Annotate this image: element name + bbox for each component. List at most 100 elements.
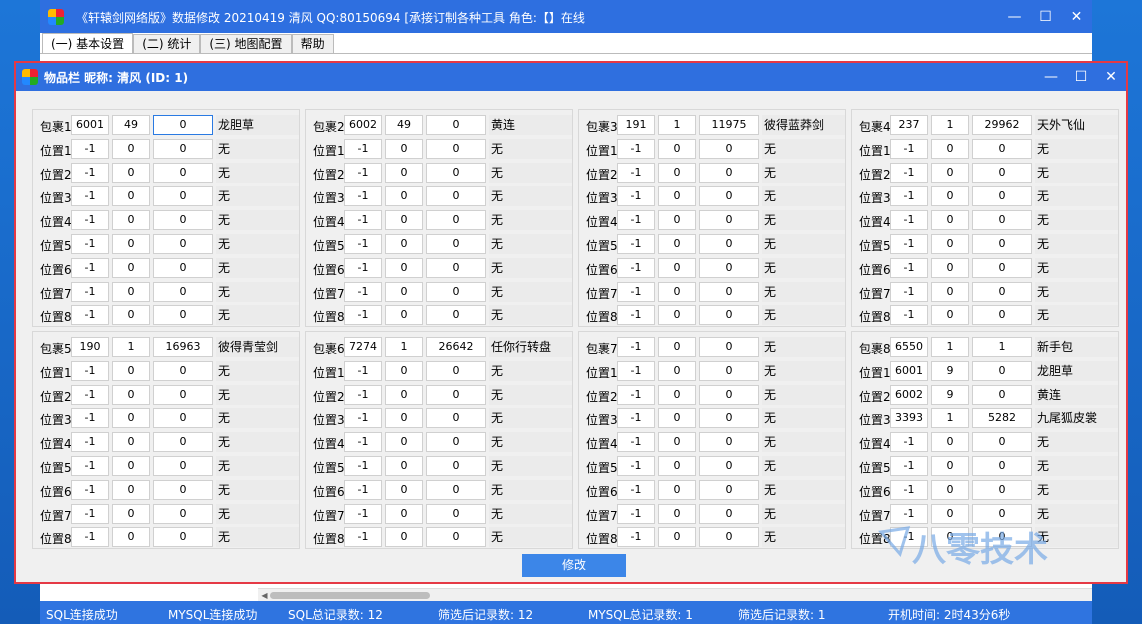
item-id-field[interactable]: -1 (71, 162, 109, 183)
item-extra-field[interactable]: 0 (972, 210, 1032, 231)
tab-map-config[interactable]: (三) 地图配置 (200, 34, 292, 53)
item-extra-field[interactable]: 0 (426, 305, 486, 326)
item-count-field[interactable]: 0 (658, 432, 696, 453)
item-count-field[interactable]: 0 (112, 138, 150, 159)
item-id-field[interactable]: -1 (71, 456, 109, 476)
item-count-field[interactable]: 0 (931, 210, 969, 231)
close-icon[interactable]: ✕ (1061, 0, 1092, 33)
item-extra-field[interactable]: 0 (972, 162, 1032, 183)
item-count-field[interactable]: 0 (112, 234, 150, 254)
item-extra-field[interactable]: 0 (153, 138, 213, 159)
item-count-field[interactable]: 0 (112, 384, 150, 405)
item-extra-field[interactable]: 0 (699, 162, 759, 183)
item-count-field[interactable]: 1 (931, 337, 969, 357)
item-count-field[interactable]: 0 (385, 186, 423, 207)
item-extra-field[interactable]: 0 (699, 305, 759, 326)
item-id-field[interactable]: -1 (71, 138, 109, 159)
item-count-field[interactable]: 0 (112, 503, 150, 524)
item-extra-field[interactable]: 0 (972, 479, 1032, 500)
item-extra-field[interactable]: 0 (699, 138, 759, 159)
item-count-field[interactable]: 0 (658, 162, 696, 183)
item-count-field[interactable]: 0 (658, 305, 696, 326)
item-extra-field[interactable]: 0 (426, 257, 486, 278)
item-extra-field[interactable]: 0 (699, 186, 759, 207)
item-id-field[interactable]: -1 (617, 257, 655, 278)
item-id-field[interactable]: -1 (344, 503, 382, 524)
item-count-field[interactable]: 0 (658, 186, 696, 207)
item-id-field[interactable]: -1 (344, 234, 382, 254)
item-id-field[interactable]: -1 (617, 503, 655, 524)
item-extra-field[interactable]: 0 (426, 186, 486, 207)
item-id-field[interactable]: -1 (617, 337, 655, 357)
item-count-field[interactable]: 0 (931, 456, 969, 476)
item-extra-field[interactable]: 0 (426, 234, 486, 254)
item-count-field[interactable]: 0 (931, 257, 969, 278)
item-id-field[interactable]: -1 (344, 479, 382, 500)
item-extra-field[interactable]: 26642 (426, 337, 486, 357)
item-id-field[interactable]: -1 (71, 503, 109, 524)
minimize-icon[interactable]: — (999, 0, 1030, 33)
item-id-field[interactable]: -1 (344, 432, 382, 453)
item-id-field[interactable]: -1 (890, 503, 928, 524)
maximize-icon[interactable]: ☐ (1030, 0, 1061, 33)
item-extra-field[interactable]: 0 (153, 257, 213, 278)
item-extra-field[interactable]: 0 (699, 456, 759, 476)
item-id-field[interactable]: 6002 (890, 384, 928, 405)
item-count-field[interactable]: 0 (658, 456, 696, 476)
item-id-field[interactable]: -1 (71, 281, 109, 302)
item-count-field[interactable]: 0 (658, 408, 696, 429)
item-id-field[interactable]: 6001 (890, 360, 928, 381)
item-extra-field[interactable]: 0 (153, 281, 213, 302)
item-count-field[interactable]: 0 (658, 210, 696, 231)
tab-help[interactable]: 帮助 (291, 34, 334, 53)
item-count-field[interactable]: 49 (112, 115, 150, 135)
item-count-field[interactable]: 0 (112, 456, 150, 476)
item-id-field[interactable]: -1 (71, 408, 109, 429)
item-id-field[interactable]: -1 (344, 162, 382, 183)
item-extra-field[interactable]: 0 (699, 384, 759, 405)
item-id-field[interactable]: -1 (617, 456, 655, 476)
item-id-field[interactable]: -1 (890, 162, 928, 183)
item-count-field[interactable]: 0 (658, 337, 696, 357)
item-id-field[interactable]: 3393 (890, 408, 928, 429)
item-count-field[interactable]: 0 (385, 281, 423, 302)
item-extra-field[interactable]: 0 (972, 281, 1032, 302)
tab-statistics[interactable]: (二) 统计 (133, 34, 201, 53)
item-extra-field[interactable]: 0 (426, 479, 486, 500)
item-extra-field[interactable]: 0 (699, 503, 759, 524)
item-id-field[interactable]: -1 (344, 305, 382, 326)
item-id-field[interactable]: -1 (71, 186, 109, 207)
item-id-field[interactable]: -1 (617, 432, 655, 453)
item-count-field[interactable]: 0 (385, 456, 423, 476)
item-extra-field[interactable]: 0 (153, 408, 213, 429)
item-extra-field[interactable]: 0 (699, 527, 759, 548)
item-extra-field[interactable]: 0 (426, 360, 486, 381)
item-count-field[interactable]: 0 (658, 479, 696, 500)
item-extra-field[interactable]: 0 (972, 360, 1032, 381)
item-count-field[interactable]: 0 (385, 479, 423, 500)
item-extra-field[interactable]: 0 (153, 432, 213, 453)
item-count-field[interactable]: 0 (112, 360, 150, 381)
item-count-field[interactable]: 0 (931, 162, 969, 183)
item-id-field[interactable]: -1 (617, 527, 655, 548)
item-extra-field[interactable]: 0 (972, 186, 1032, 207)
item-count-field[interactable]: 1 (658, 115, 696, 135)
item-extra-field[interactable]: 0 (426, 527, 486, 548)
scroll-thumb[interactable] (270, 592, 430, 599)
item-extra-field[interactable]: 0 (426, 210, 486, 231)
item-id-field[interactable]: -1 (344, 456, 382, 476)
item-extra-field[interactable]: 0 (972, 432, 1032, 453)
item-id-field[interactable]: 190 (71, 337, 109, 357)
item-count-field[interactable]: 0 (931, 138, 969, 159)
item-extra-field[interactable]: 0 (426, 138, 486, 159)
item-count-field[interactable]: 0 (931, 186, 969, 207)
item-id-field[interactable]: -1 (617, 210, 655, 231)
item-id-field[interactable]: -1 (71, 479, 109, 500)
item-count-field[interactable]: 0 (658, 234, 696, 254)
inventory-titlebar[interactable]: 物品栏 昵称: 清风 (ID: 1) — ☐ ✕ (16, 63, 1126, 91)
item-extra-field[interactable]: 0 (972, 503, 1032, 524)
item-count-field[interactable]: 0 (658, 360, 696, 381)
modify-button[interactable]: 修改 (522, 554, 626, 577)
item-extra-field[interactable]: 0 (426, 384, 486, 405)
item-id-field[interactable]: -1 (890, 479, 928, 500)
